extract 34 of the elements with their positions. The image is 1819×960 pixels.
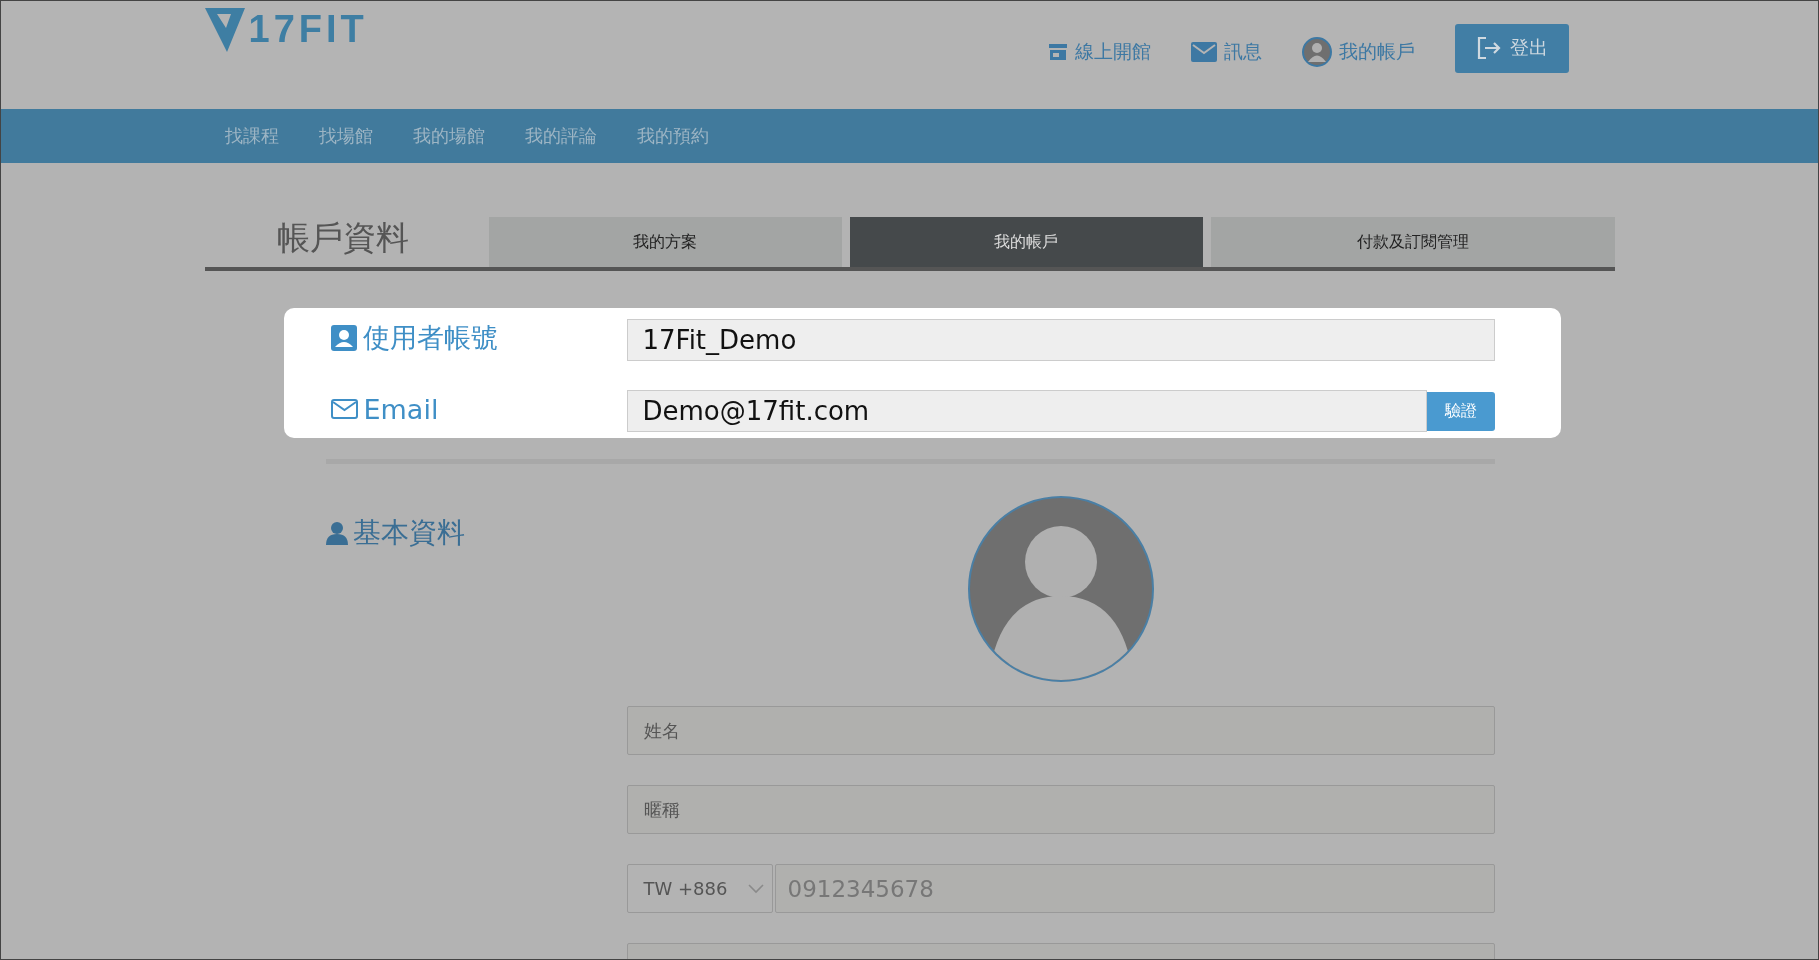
- logout-icon: [1475, 36, 1502, 60]
- header-link[interactable]: 我的帳戶: [1301, 37, 1415, 67]
- section-heading: 基本資料: [352, 515, 465, 551]
- chevron-down-icon: [747, 883, 764, 894]
- field-label: 使用者帳號: [362, 321, 498, 355]
- text-field[interactable]: 暱稱: [626, 785, 1495, 834]
- user-icon: [330, 325, 357, 351]
- logo-text[interactable]: 17FIT: [248, 7, 368, 51]
- avatar-placeholder[interactable]: [967, 496, 1154, 682]
- user-icon: [325, 521, 348, 545]
- avatar-icon: [1301, 37, 1332, 67]
- email-field[interactable]: Demo@17fit.com: [626, 390, 1427, 432]
- phone-field[interactable]: 0912345678: [774, 864, 1495, 913]
- nav-link[interactable]: 我的評論: [504, 124, 617, 148]
- logo-icon: [204, 6, 245, 52]
- nav-link[interactable]: 我的場館: [392, 124, 505, 148]
- tab[interactable]: 付款及訂閱管理: [1210, 217, 1615, 267]
- mail-icon: [1190, 42, 1217, 62]
- country-code-select[interactable]: TW +886: [626, 864, 773, 913]
- header-link[interactable]: 訊息: [1190, 39, 1262, 65]
- envelope-icon: [330, 399, 358, 419]
- username-field[interactable]: 17Fit_Demo: [626, 319, 1495, 361]
- tab[interactable]: 我的帳戶: [849, 217, 1203, 267]
- header-link[interactable]: 線上開館: [1047, 39, 1151, 65]
- nav-link[interactable]: 我的預約: [616, 124, 729, 148]
- tab[interactable]: 我的方案: [488, 217, 842, 267]
- logout-button[interactable]: 登出: [1454, 23, 1569, 73]
- field-label: Email: [363, 393, 439, 425]
- text-field[interactable]: 姓名: [626, 706, 1495, 755]
- nav-link[interactable]: 找課程: [204, 124, 299, 148]
- page-title: 帳戶資料: [275, 217, 410, 259]
- nav-link[interactable]: 找場館: [298, 124, 393, 148]
- verify-button[interactable]: 驗證: [1426, 391, 1495, 431]
- store-icon: [1047, 43, 1068, 61]
